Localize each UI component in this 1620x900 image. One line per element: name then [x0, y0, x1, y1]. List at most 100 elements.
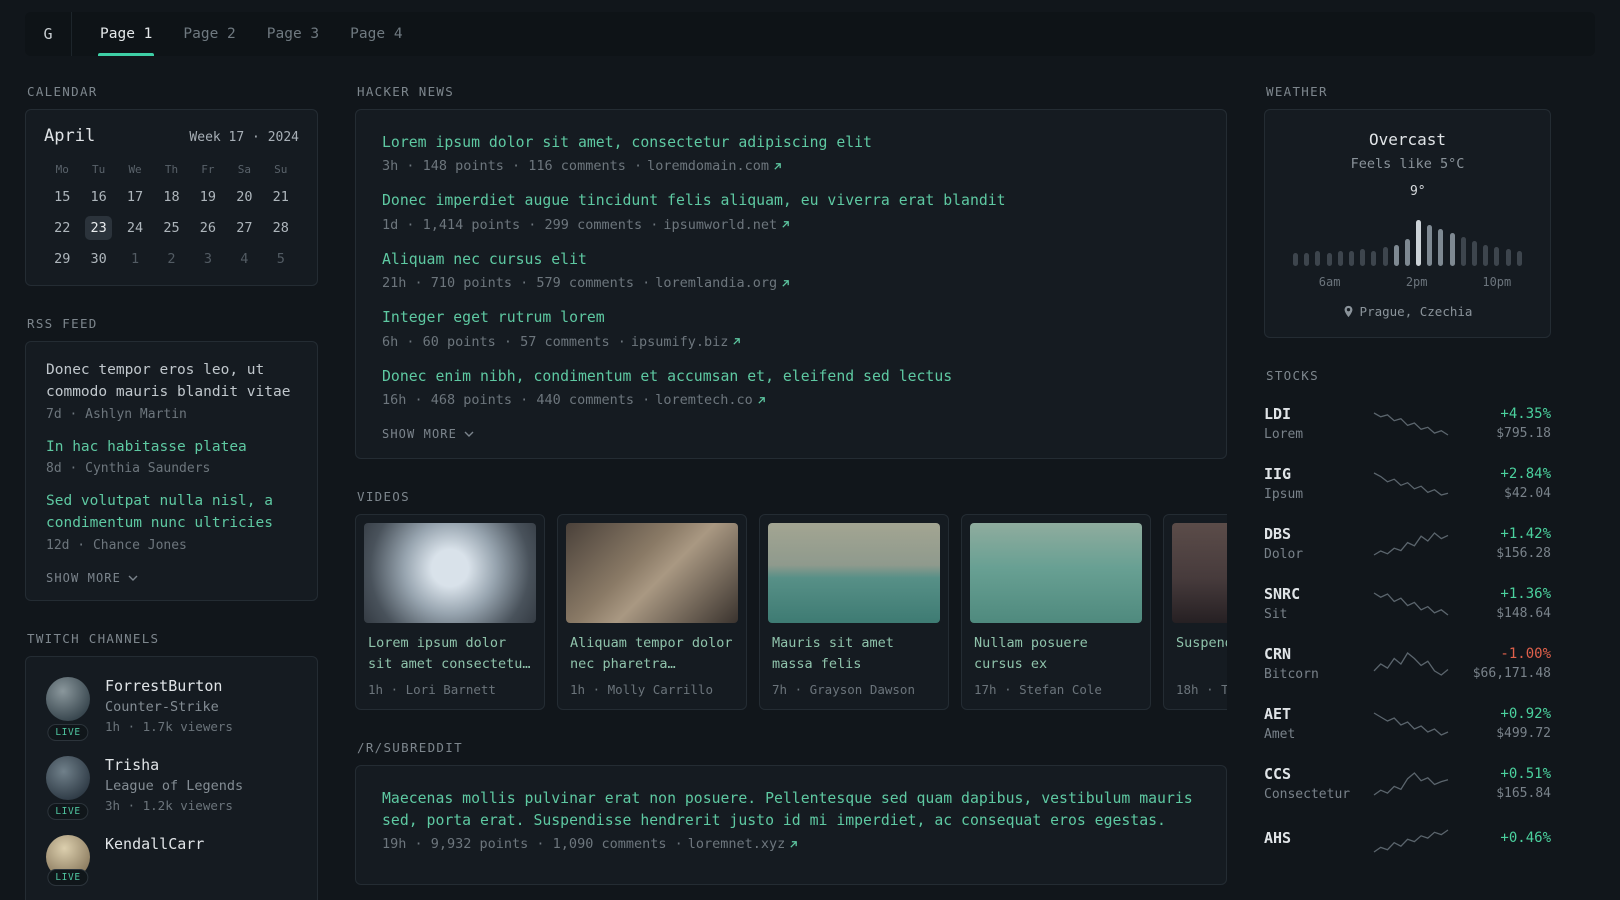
stock-row[interactable]: DBS Dolor +1.42% $156.28: [1264, 513, 1551, 573]
twitch-channel[interactable]: LIVE KendallCarr: [46, 834, 297, 886]
hn-post-title[interactable]: Aliquam nec cursus elit: [382, 249, 1200, 270]
video-thumbnail[interactable]: [364, 523, 536, 624]
subreddit-post-title[interactable]: Maecenas mollis pulvinar erat non posuer…: [382, 788, 1200, 831]
stock-row[interactable]: CCS Consectetur +0.51% $165.84: [1264, 753, 1551, 813]
stock-id: CRN Bitcorn: [1264, 645, 1372, 682]
hn-post: Aliquam nec cursus elit 21h · 710 points…: [382, 249, 1200, 291]
video-meta: 7h · Grayson Dawson: [772, 682, 915, 698]
channel-avatar: [46, 755, 90, 800]
stock-price: $42.04: [1504, 485, 1551, 501]
tab-page-4[interactable]: Page 4: [348, 12, 404, 56]
weather-bar: [1483, 245, 1489, 266]
subreddit-post-domain-link[interactable]: loremnet.xyz: [688, 836, 799, 852]
stock-row[interactable]: CRN Bitcorn -1.00% $66,171.48: [1264, 633, 1551, 693]
tab-page-2[interactable]: Page 2: [181, 12, 237, 56]
hn-post-title[interactable]: Integer eget rutrum lorem: [382, 307, 1200, 328]
stock-name: Amet: [1264, 726, 1296, 742]
stock-symbol: AHS: [1264, 828, 1292, 847]
hn-post-domain-link[interactable]: ipsumify.biz: [631, 334, 742, 350]
calendar-date: 25: [163, 220, 180, 236]
live-badge: LIVE: [47, 868, 89, 886]
hn-show-more-button[interactable]: SHOW MORE: [382, 427, 474, 441]
videos-widget: VIDEOS Lorem ipsum dolor sit amet consec…: [355, 489, 1227, 711]
stock-row[interactable]: SNRC Sit +1.36% $148.64: [1264, 573, 1551, 633]
calendar-day-header: Tu: [92, 162, 106, 176]
calendar-week-year: Week 17 · 2024: [189, 130, 299, 145]
video-title[interactable]: Mauris sit amet massa felis: [772, 633, 936, 675]
calendar-date: 17: [126, 189, 144, 205]
show-more-label: SHOW MORE: [382, 427, 457, 442]
weather-bar: [1382, 247, 1388, 266]
twitch-channel[interactable]: LIVE Trisha League of Legends 3h · 1.2k …: [46, 755, 297, 820]
stock-symbol: IIG: [1264, 464, 1292, 483]
stock-row[interactable]: LDI Lorem +4.35% $795.18: [1264, 393, 1551, 453]
stock-sparkline: [1372, 528, 1456, 558]
hn-post-stats: 16h · 468 points · 440 comments ·: [382, 392, 651, 409]
video-thumbnail[interactable]: [566, 523, 738, 624]
calendar-grid: Mo Tu We Th Fr Sa Su 15 16 17 18 19 20 2…: [44, 160, 299, 271]
calendar-day-header: We: [128, 162, 142, 176]
section-title-rss: RSS FEED: [27, 316, 98, 331]
weather-time-label: 2pm: [1405, 275, 1428, 289]
weather-bar: [1393, 245, 1399, 266]
stock-name: Ipsum: [1264, 486, 1304, 502]
rss-item-title[interactable]: Sed volutpat nulla nisl, a condimentum n…: [46, 491, 297, 535]
calendar-month: April: [44, 126, 96, 146]
calendar-date: 21: [272, 189, 289, 205]
avatar-wrap: LIVE: [46, 755, 90, 820]
stock-row[interactable]: AET Amet +0.92% $499.72: [1264, 693, 1551, 753]
video-title[interactable]: Nullam posuere cursus ex: [974, 633, 1138, 675]
weather-bar: [1516, 251, 1522, 266]
hn-post-title[interactable]: Lorem ipsum dolor sit amet, consectetur …: [382, 132, 1200, 153]
video-title[interactable]: Aliquam tempor dolor nec pharetra…: [570, 633, 734, 675]
left-column: CALENDAR April Week 17 · 2024 Mo Tu We T…: [25, 84, 318, 900]
calendar-date: 27: [236, 220, 253, 236]
stock-sparkline: [1372, 768, 1456, 798]
tab-page-1[interactable]: Page 1: [98, 12, 155, 56]
calendar-date: 28: [272, 220, 289, 236]
video-thumbnail[interactable]: [768, 523, 940, 624]
rss-item-title[interactable]: Donec tempor eros leo, ut commodo mauris…: [46, 360, 297, 404]
weather-bar: [1449, 233, 1455, 266]
hn-post-stats: 3h · 148 points · 116 comments ·: [382, 158, 643, 175]
stock-id: LDI Lorem: [1264, 405, 1372, 442]
stock-row[interactable]: AHS +0.46%: [1264, 813, 1551, 866]
stock-row[interactable]: IIG Ipsum +2.84% $42.04: [1264, 453, 1551, 513]
subreddit-post-domain: loremnet.xyz: [687, 836, 786, 853]
hn-post-domain-link[interactable]: loremtech.co: [655, 392, 766, 408]
stock-sparkline: [1372, 408, 1456, 438]
video-thumbnail[interactable]: [1172, 523, 1227, 624]
weather-widget: WEATHER Overcast Feels like 5°C 9° 6am 2…: [1264, 84, 1551, 338]
twitch-channel[interactable]: LIVE ForrestBurton Counter-Strike 1h · 1…: [46, 676, 297, 741]
hn-post-title[interactable]: Donec enim nibh, condimentum et accumsan…: [382, 366, 1200, 387]
hn-post-stats: 21h · 710 points · 579 comments ·: [382, 275, 651, 292]
weather-bar: [1326, 253, 1332, 266]
weather-location-label: Prague, Czechia: [1359, 304, 1473, 319]
calendar-date: 26: [199, 220, 217, 236]
video-card: Nullam posuere cursus ex 17h · Stefan Co…: [961, 514, 1151, 711]
video-thumbnail[interactable]: [970, 523, 1142, 624]
stock-id: DBS Dolor: [1264, 525, 1372, 562]
channel-meta: 1h · 1.7k viewers: [105, 718, 233, 734]
external-link-icon: [781, 279, 790, 288]
stock-change: +2.84%: [1500, 465, 1551, 482]
video-title[interactable]: Lorem ipsum dolor sit amet consectetu…: [368, 633, 532, 675]
calendar-date: 16: [90, 189, 107, 205]
video-title[interactable]: Suspendisse diam: [1176, 633, 1227, 675]
section-title-calendar: CALENDAR: [27, 84, 98, 99]
weather-bar: [1404, 239, 1410, 266]
tab-page-3[interactable]: Page 3: [265, 12, 321, 56]
hn-post-domain-link[interactable]: ipsumworld.net: [663, 217, 790, 233]
calendar-date: 18: [163, 189, 180, 205]
hn-post-meta: 1d · 1,414 points · 299 comments · ipsum…: [382, 217, 1200, 233]
hn-post-title[interactable]: Donec imperdiet augue tincidunt felis al…: [382, 190, 1200, 211]
rss-show-more-button[interactable]: SHOW MORE: [46, 571, 138, 585]
weather-bar: [1494, 247, 1500, 266]
stock-sparkline: [1372, 708, 1456, 738]
stock-price: $165.84: [1496, 785, 1551, 801]
rss-item-title[interactable]: In hac habitasse platea: [46, 437, 297, 459]
hn-post-domain-link[interactable]: loremdomain.com: [647, 158, 782, 174]
stock-values: +0.51% $165.84: [1456, 766, 1551, 801]
hn-post-domain-link[interactable]: loremlandia.org: [655, 275, 790, 291]
live-badge: LIVE: [47, 802, 89, 820]
